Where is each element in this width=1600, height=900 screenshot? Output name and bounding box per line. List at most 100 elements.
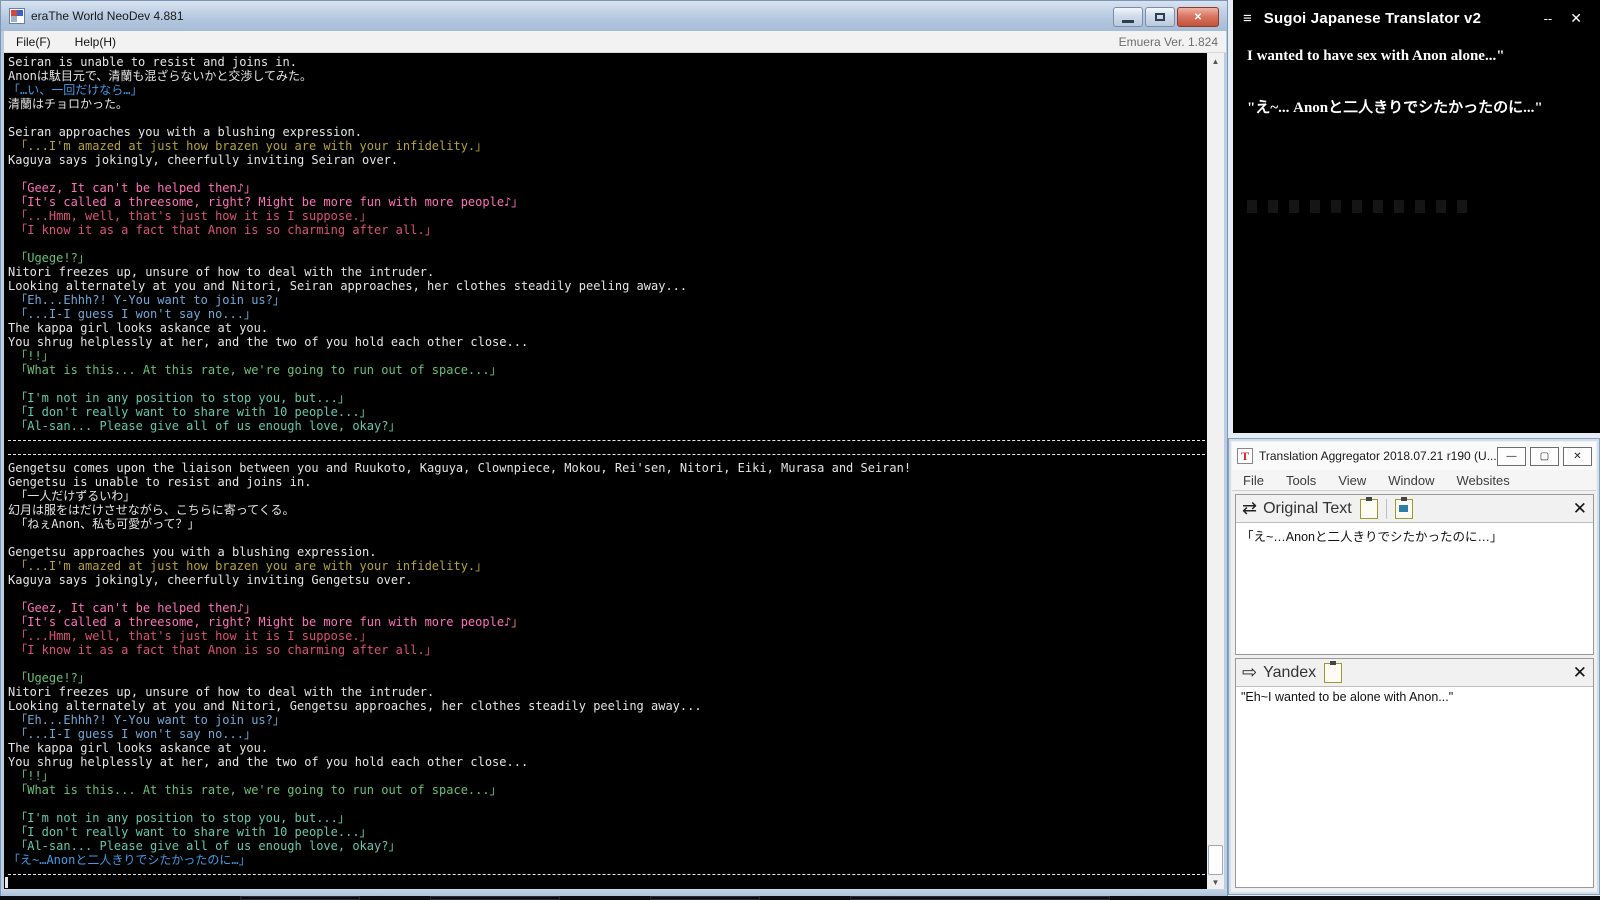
console-line: Nitori freezes up, unsure of how to deal…	[8, 265, 435, 279]
console-line: 「Al-san... Please give all of us enough …	[8, 839, 401, 853]
taskbar[interactable]	[0, 896, 1600, 900]
era-scrollbar[interactable]: ▲ ▼	[1207, 53, 1224, 891]
console-line: 「I'm not in any position to stop you, bu…	[8, 811, 350, 825]
era-game-window: eraThe World NeoDev 4.881 ✕ File(F) Help…	[0, 0, 1228, 897]
placeholder-square	[1247, 200, 1257, 213]
era-maximize-button[interactable]	[1145, 7, 1175, 27]
scroll-up-icon[interactable]: ▲	[1207, 53, 1224, 70]
console-line: 「I know it as a fact that Anon is so cha…	[8, 223, 437, 237]
placeholder-square	[1268, 200, 1278, 213]
console-separator	[8, 447, 1209, 461]
ta-menubar: File Tools View Window Websites	[1232, 470, 1596, 491]
placeholder-square	[1394, 200, 1404, 213]
console-line: Gengetsu comes upon the liaison between …	[8, 461, 912, 475]
console-line: 「Al-san... Please give all of us enough …	[8, 419, 401, 433]
original-text-pane: ⇄ Original Text ✕ 「え~…Anonと二人きりでシたかったのに……	[1235, 494, 1594, 655]
console-line: 「...I-I guess I won't say no...」	[8, 307, 256, 321]
ta-titlebar[interactable]: T Translation Aggregator 2018.07.21 r190…	[1232, 442, 1596, 470]
placeholder-square	[1352, 200, 1362, 213]
placeholder-square	[1457, 200, 1467, 213]
clipboard-icon[interactable]	[1324, 660, 1343, 683]
yandex-translation-content[interactable]: "Eh~I wanted to be alone with Anon..."	[1236, 687, 1593, 707]
era-window-title: eraThe World NeoDev 4.881	[31, 9, 184, 23]
translation-aggregator-window: T Translation Aggregator 2018.07.21 r190…	[1228, 438, 1600, 895]
console-line: Anonは駄目元で、清蘭も混ざらないかと交渉してみた。	[8, 69, 313, 83]
original-pane-close-icon[interactable]: ✕	[1573, 499, 1587, 519]
console-line: Gengetsu approaches you with a blushing …	[8, 545, 377, 559]
original-text-content[interactable]: 「え~…Anonと二人きりでシたかったのに…」	[1236, 523, 1593, 548]
sugoi-titlebar[interactable]: ≡ Sugoi Japanese Translator v2 -- ✕	[1233, 0, 1600, 36]
console-line: 「Geez, It can't be helped then♪」	[8, 601, 256, 615]
console-line: Kaguya says jokingly, cheerfully invitin…	[8, 573, 413, 587]
console-line: 「…い、一回だけなら…」	[8, 83, 143, 97]
console-line: Nitori freezes up, unsure of how to deal…	[8, 685, 435, 699]
ta-menu-file[interactable]: File	[1232, 473, 1275, 488]
console-line: Looking alternately at you and Nitori, S…	[8, 279, 688, 293]
console-line: 「え~…Anonと二人きりでシたかったのに…」	[8, 853, 251, 867]
ta-menu-view[interactable]: View	[1327, 473, 1377, 488]
clipboard-icon[interactable]	[1359, 496, 1378, 519]
placeholder-square	[1436, 200, 1446, 213]
console-line: 「...Hmm, well, that's just how it is I s…	[8, 209, 372, 223]
console-line: 「ねぇAnon、私も可愛がって？」	[8, 517, 200, 531]
console-line: 「...I-I guess I won't say no...」	[8, 727, 256, 741]
era-console-output[interactable]: Seiran is unable to resist and joins in.…	[4, 53, 1209, 891]
console-line: 「Eh...Ehhh?! Y-You want to join us?」	[8, 713, 285, 727]
sugoi-close-button[interactable]: ✕	[1570, 10, 1600, 27]
era-minimize-button[interactable]	[1113, 7, 1143, 27]
console-line: 「...I'm amazed at just how brazen you ar…	[8, 559, 488, 573]
era-version-label: Emuera Ver. 1.824	[1118, 34, 1218, 49]
console-separator	[8, 867, 1209, 881]
yandex-pane-close-icon[interactable]: ✕	[1573, 663, 1587, 683]
console-line: Looking alternately at you and Nitori, G…	[8, 699, 702, 713]
console-line: 「Eh...Ehhh?! Y-You want to join us?」	[8, 293, 285, 307]
clipboard-paste-icon[interactable]	[1394, 496, 1413, 519]
ta-menu-window[interactable]: Window	[1377, 473, 1445, 488]
console-line: 「I don't really want to share with 10 pe…	[8, 405, 372, 419]
console-separator	[8, 433, 1209, 447]
console-line: The kappa girl looks askance at you.	[8, 321, 269, 335]
console-line: 「I don't really want to share with 10 pe…	[8, 825, 372, 839]
era-menu-file[interactable]: File(F)	[4, 35, 63, 49]
placeholder-square	[1310, 200, 1320, 213]
arrow-right-icon: ⇨	[1242, 662, 1258, 682]
console-line: 「Geez, It can't be helped then♪」	[8, 181, 256, 195]
ta-menu-websites[interactable]: Websites	[1446, 473, 1521, 488]
sugoi-minimize-button[interactable]: --	[1526, 11, 1571, 26]
placeholder-square	[1289, 200, 1299, 213]
ta-close-button[interactable]: ✕	[1563, 446, 1592, 466]
era-close-button[interactable]: ✕	[1177, 7, 1219, 27]
hamburger-menu-icon[interactable]: ≡	[1233, 10, 1264, 27]
console-line: 「...Hmm, well, that's just how it is I s…	[8, 629, 372, 643]
console-line: 「!!」	[8, 349, 54, 363]
ta-maximize-button[interactable]: ▢	[1530, 446, 1559, 466]
sugoi-output-area: I wanted to have sex with Anon alone..."…	[1247, 44, 1592, 433]
era-titlebar[interactable]: eraThe World NeoDev 4.881 ✕	[1, 1, 1227, 31]
sugoi-window-title: Sugoi Japanese Translator v2	[1263, 9, 1482, 27]
console-line: Seiran is unable to resist and joins in.	[8, 55, 297, 69]
era-window-border	[1, 889, 1227, 896]
console-line: 「Ugege!?」	[8, 251, 90, 265]
era-menubar: File(F) Help(H) Emuera Ver. 1.824	[4, 31, 1226, 53]
console-line: 「一人だけずるいわ」	[8, 489, 136, 503]
sugoi-translated-text: I wanted to have sex with Anon alone..."	[1247, 48, 1505, 64]
console-line: 「Ugege!?」	[8, 671, 90, 685]
ta-window-title: Translation Aggregator 2018.07.21 r190 (…	[1259, 449, 1497, 463]
era-app-icon	[9, 8, 25, 24]
console-line: 「I'm not in any position to stop you, bu…	[8, 391, 350, 405]
scrollbar-thumb[interactable]	[1208, 845, 1223, 875]
yandex-pane: ⇨ Yandex ✕ "Eh~I wanted to be alone with…	[1235, 658, 1594, 888]
ta-minimize-button[interactable]: —	[1497, 446, 1526, 466]
sugoi-placeholder-row	[1247, 200, 1467, 213]
ta-app-icon: T	[1237, 448, 1253, 464]
ta-menu-tools[interactable]: Tools	[1275, 473, 1327, 488]
era-console-cursor	[5, 877, 8, 888]
era-menu-help[interactable]: Help(H)	[63, 35, 128, 49]
